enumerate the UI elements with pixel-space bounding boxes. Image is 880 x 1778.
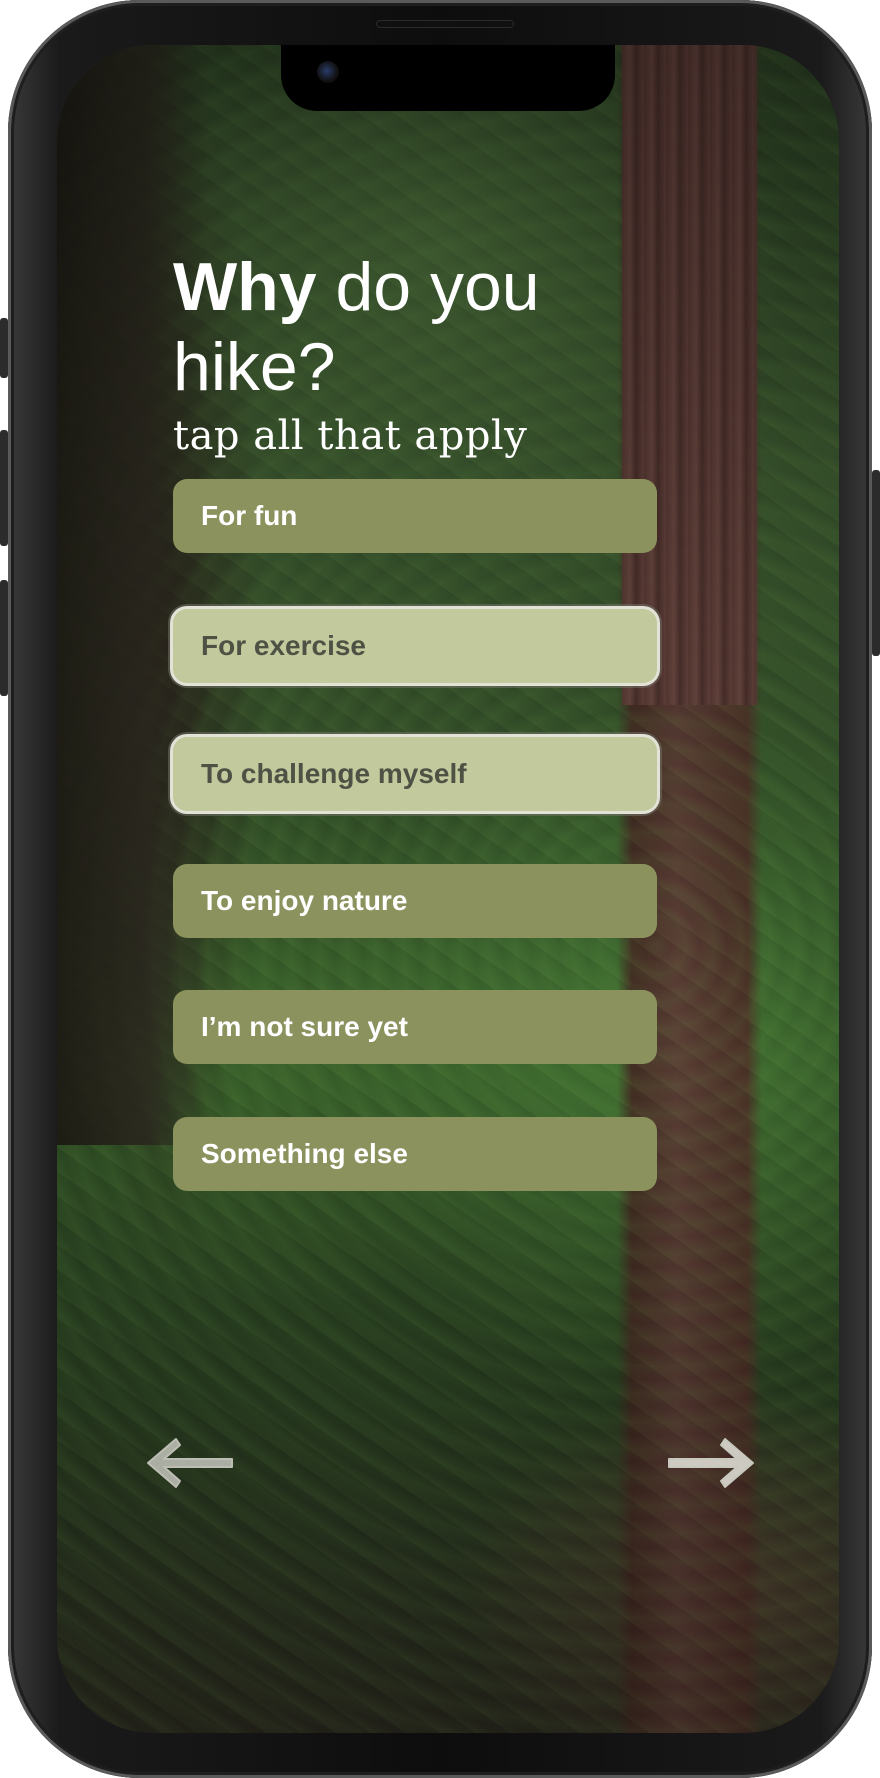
option-something-else[interactable]: Something else <box>173 1117 657 1191</box>
back-button[interactable] <box>144 1435 234 1491</box>
option-to-enjoy-nature[interactable]: To enjoy nature <box>173 864 657 938</box>
screen: Why do you hike? tap all that apply For … <box>57 45 839 1733</box>
arrow-right-icon <box>668 1438 754 1488</box>
option-not-sure-yet[interactable]: I’m not sure yet <box>173 990 657 1064</box>
volume-down-button <box>0 580 8 696</box>
mute-switch <box>0 318 8 378</box>
page-subtitle: tap all that apply <box>173 413 528 459</box>
arrow-left-icon <box>147 1438 233 1488</box>
front-camera <box>317 61 339 83</box>
option-to-challenge-myself[interactable]: To challenge myself <box>173 737 657 811</box>
volume-up-button <box>0 430 8 546</box>
option-for-exercise[interactable]: For exercise <box>173 609 657 683</box>
next-button[interactable] <box>667 1435 757 1491</box>
option-for-fun[interactable]: For fun <box>173 479 657 553</box>
speaker-grille <box>376 20 514 28</box>
page-title-emphasis: Why <box>173 249 317 325</box>
phone-frame: Why do you hike? tap all that apply For … <box>0 0 880 1778</box>
power-button <box>872 470 880 656</box>
notch <box>281 45 615 111</box>
page-title: Why do you hike? <box>173 247 693 407</box>
